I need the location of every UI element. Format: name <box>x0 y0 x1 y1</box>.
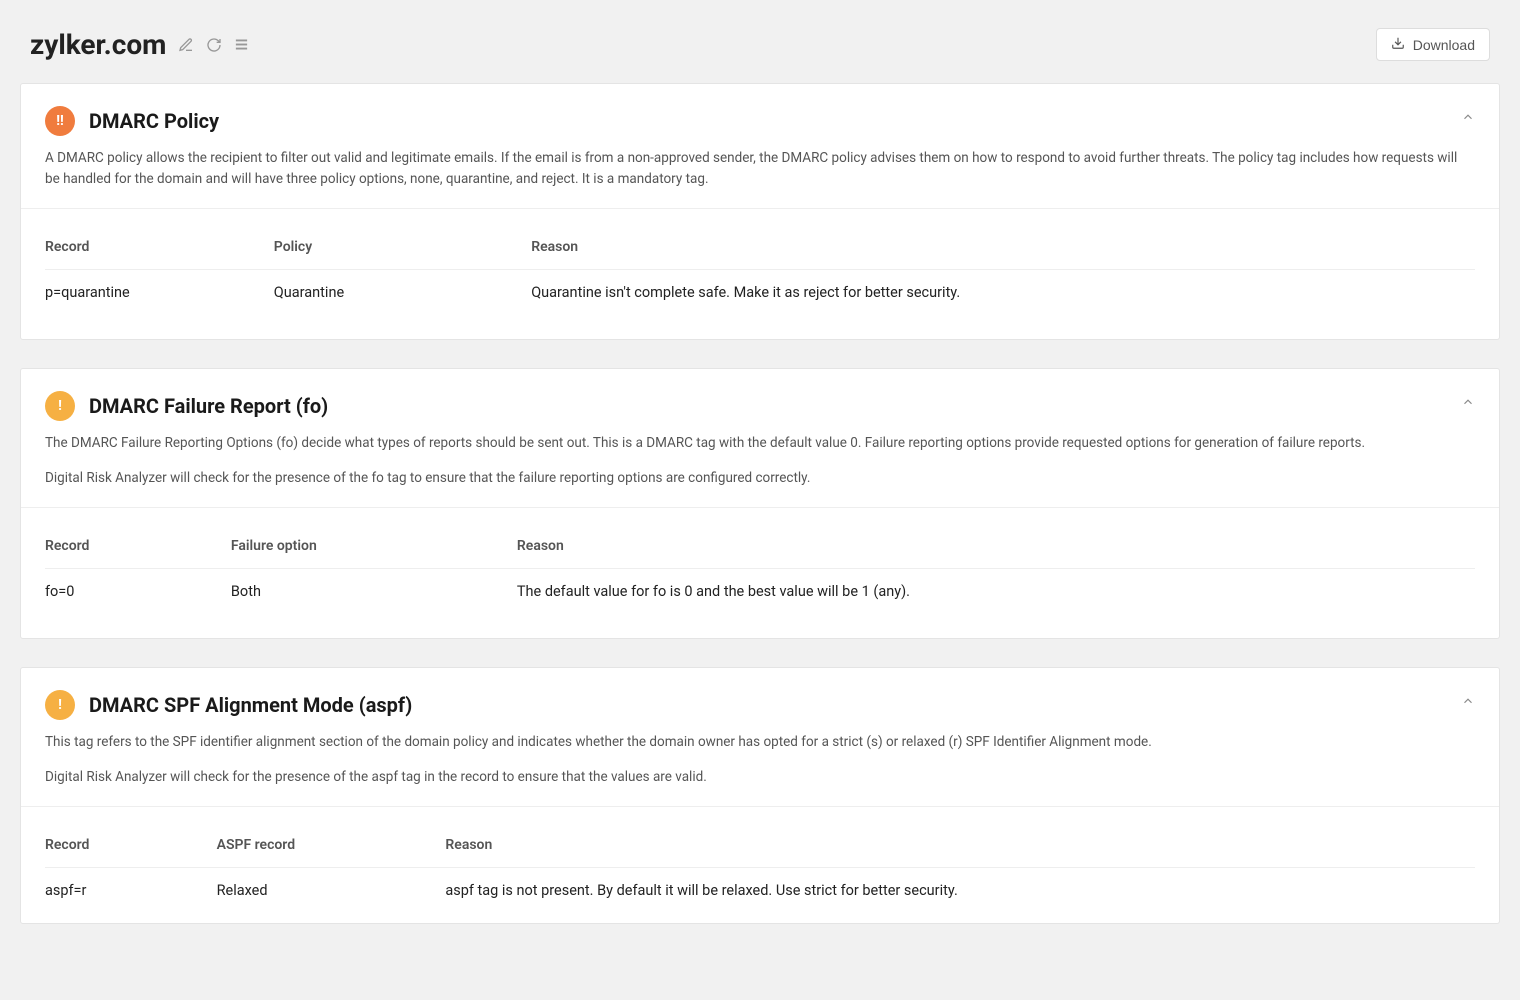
card-table: Record ASPF record Reason aspf=r Relaxed… <box>21 806 1499 923</box>
page-header: zylker.com Download <box>20 10 1500 71</box>
download-label: Download <box>1413 37 1475 53</box>
card-title: DMARC Policy <box>89 106 219 136</box>
chevron-up-icon[interactable] <box>1461 694 1475 712</box>
cell-option: Both <box>231 583 517 600</box>
column-header: Reason <box>531 239 1475 255</box>
header-left: zylker.com <box>30 28 249 61</box>
alert-icon: ! <box>45 690 75 720</box>
card-table: Record Policy Reason p=quarantine Quaran… <box>21 208 1499 339</box>
card-header: ! DMARC SPF Alignment Mode (aspf) <box>21 668 1499 720</box>
card-description: The DMARC Failure Reporting Options (fo)… <box>21 421 1499 507</box>
cell-reason: The default value for fo is 0 and the be… <box>517 583 1475 600</box>
column-header: Record <box>45 837 217 853</box>
chevron-up-icon[interactable] <box>1461 110 1475 128</box>
card-table: Record Failure option Reason fo=0 Both T… <box>21 507 1499 638</box>
column-header: ASPF record <box>217 837 446 853</box>
column-header: Policy <box>274 239 531 255</box>
download-button[interactable]: Download <box>1376 28 1490 61</box>
download-icon <box>1391 36 1405 53</box>
column-header: Record <box>45 538 231 554</box>
table-row: aspf=r Relaxed aspf tag is not present. … <box>45 868 1475 913</box>
card-header: ! DMARC Failure Report (fo) <box>21 369 1499 421</box>
alert-icon: !! <box>45 106 75 136</box>
card-dmarc-policy: !! DMARC Policy A DMARC policy allows th… <box>20 83 1500 340</box>
column-header: Failure option <box>231 538 517 554</box>
table-header-row: Record ASPF record Reason <box>45 823 1475 868</box>
header-icons <box>178 37 249 53</box>
cell-record: aspf=r <box>45 882 217 899</box>
column-header: Reason <box>445 837 1475 853</box>
chevron-up-icon[interactable] <box>1461 395 1475 413</box>
cell-record: p=quarantine <box>45 284 274 301</box>
refresh-icon[interactable] <box>206 37 222 53</box>
list-icon[interactable] <box>234 37 249 52</box>
cell-reason: Quarantine isn't complete safe. Make it … <box>531 284 1475 301</box>
card-desc-text: The DMARC Failure Reporting Options (fo)… <box>45 433 1475 454</box>
alert-icon: ! <box>45 391 75 421</box>
table-header-row: Record Policy Reason <box>45 225 1475 270</box>
table-row: p=quarantine Quarantine Quarantine isn't… <box>45 270 1475 315</box>
card-desc-text: Digital Risk Analyzer will check for the… <box>45 468 1475 489</box>
column-header: Reason <box>517 538 1475 554</box>
card-description: A DMARC policy allows the recipient to f… <box>21 136 1499 208</box>
card-header: !! DMARC Policy <box>21 84 1499 136</box>
table-row: fo=0 Both The default value for fo is 0 … <box>45 569 1475 614</box>
column-header: Record <box>45 239 274 255</box>
card-title: DMARC Failure Report (fo) <box>89 391 328 421</box>
page-container: zylker.com Download !! DMARC <box>10 10 1510 924</box>
cell-reason: aspf tag is not present. By default it w… <box>445 882 1475 899</box>
card-description: This tag refers to the SPF identifier al… <box>21 720 1499 806</box>
cell-policy: Quarantine <box>274 284 531 301</box>
card-desc-text: Digital Risk Analyzer will check for the… <box>45 767 1475 788</box>
card-desc-text: A DMARC policy allows the recipient to f… <box>45 148 1475 190</box>
cell-aspf: Relaxed <box>217 882 446 899</box>
card-desc-text: This tag refers to the SPF identifier al… <box>45 732 1475 753</box>
pencil-icon[interactable] <box>178 37 194 53</box>
card-dmarc-fo: ! DMARC Failure Report (fo) The DMARC Fa… <box>20 368 1500 639</box>
table-header-row: Record Failure option Reason <box>45 524 1475 569</box>
page-title: zylker.com <box>30 28 166 61</box>
cell-record: fo=0 <box>45 583 231 600</box>
card-title: DMARC SPF Alignment Mode (aspf) <box>89 690 412 720</box>
card-dmarc-aspf: ! DMARC SPF Alignment Mode (aspf) This t… <box>20 667 1500 924</box>
